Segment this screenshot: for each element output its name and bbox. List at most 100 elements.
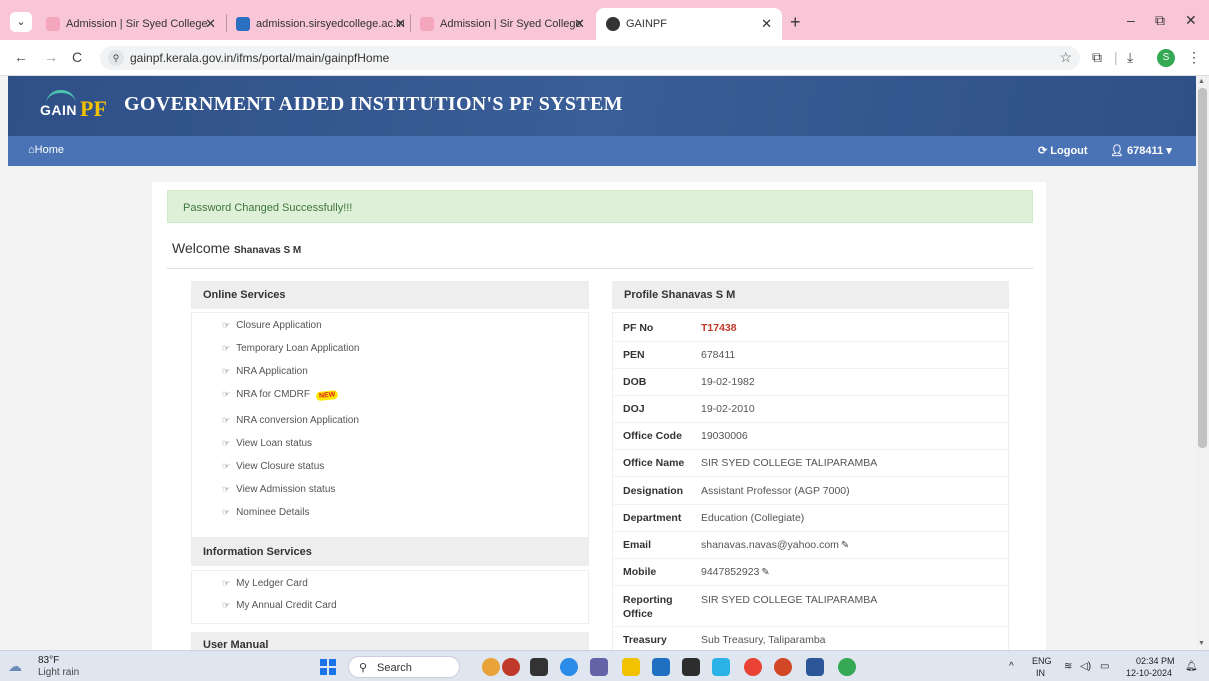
user-menu-dropdown[interactable]: 👤︎ 678411 ▾ <box>1110 144 1172 157</box>
taskbar-search-box[interactable]: ⚲ Search <box>348 656 460 678</box>
battery-icon[interactable]: ▭ <box>1100 661 1109 672</box>
tab-search-menu-button[interactable]: ⌄ <box>10 12 32 32</box>
nav-home-link[interactable]: ⌂Home <box>28 144 64 156</box>
service-link-temporary-loan[interactable]: ☞ Temporary Loan Application <box>222 343 360 354</box>
taskbar-app-widget-icon[interactable] <box>482 658 500 676</box>
search-icon: ⚲ <box>359 662 368 674</box>
info-link-ledger-card[interactable]: ☞ My Ledger Card <box>222 578 308 589</box>
profile-label-pen: PEN <box>623 349 645 361</box>
tab-close-icon[interactable]: ✕ <box>761 16 772 32</box>
profile-label-mobile: Mobile <box>623 566 657 578</box>
reload-icon[interactable]: C <box>72 49 82 65</box>
pointing-hand-icon: ☞ <box>222 461 231 471</box>
taskbar-app-icon[interactable] <box>712 658 730 676</box>
browser-tab[interactable]: Admission | Sir Syed College ✕ <box>36 8 226 40</box>
wifi-icon[interactable]: ≋ <box>1064 661 1072 672</box>
service-link-closure-status[interactable]: ☞ View Closure status <box>222 461 324 472</box>
taskbar-app-powerpoint-icon[interactable] <box>774 658 792 676</box>
service-link-closure[interactable]: ☞ Closure Application <box>222 320 322 331</box>
taskbar-app-word-icon[interactable] <box>806 658 824 676</box>
tab-close-icon[interactable]: ✕ <box>205 16 216 32</box>
service-link-nra-conversion[interactable]: ☞ NRA conversion Application <box>222 415 359 426</box>
divider <box>167 268 1033 269</box>
service-link-label: NRA Application <box>236 366 308 377</box>
extensions-icon[interactable]: ⧉ <box>1092 49 1102 66</box>
service-link-nra-cmdrf[interactable]: ☞ NRA for CMDRF NEW <box>222 389 339 402</box>
bookmark-star-icon[interactable]: ☆ <box>1059 49 1072 66</box>
tab-close-icon[interactable]: ✕ <box>395 16 406 32</box>
weather-cloud-icon[interactable]: ☁ <box>8 658 22 675</box>
close-window-button[interactable]: ✕ <box>1185 12 1197 29</box>
caret-down-icon: ▾ <box>1163 145 1172 157</box>
language-indicator[interactable]: ENG <box>1032 656 1052 666</box>
profile-value-pf-no: T17438 <box>701 322 737 334</box>
back-arrow-icon[interactable]: ← <box>14 49 28 65</box>
browser-tab-active[interactable]: GAINPF ✕ <box>596 8 782 40</box>
address-url[interactable]: gainpf.kerala.gov.in/ifms/portal/main/ga… <box>130 51 389 65</box>
taskbar-app-chrome-icon[interactable] <box>744 658 762 676</box>
downloads-icon[interactable]: ⤓ <box>1127 49 1133 66</box>
profile-value-office-code: 19030006 <box>701 430 748 442</box>
info-link-label: My Ledger Card <box>236 578 308 589</box>
browser-tab[interactable]: admission.sirsyedcollege.ac.in ✕ <box>226 8 416 40</box>
taskbar-app-copilot-icon[interactable] <box>560 658 578 676</box>
gainpf-logo: GAIN PF <box>40 90 110 126</box>
browser-tab[interactable]: Admission | Sir Syed College ✕ <box>410 8 595 40</box>
weather-description[interactable]: Light rain <box>38 667 79 678</box>
tab-title: GAINPF <box>626 18 667 30</box>
weather-temperature[interactable]: 83°F <box>38 655 59 666</box>
windows-taskbar: ☁ 83°F Light rain ⚲ Search ^ ENG IN ≋ ◁)… <box>0 650 1209 681</box>
new-tab-button[interactable]: + <box>790 12 801 33</box>
windows-start-icon[interactable] <box>320 659 336 675</box>
taskbar-app-widget-icon[interactable] <box>502 658 520 676</box>
forward-arrow-icon[interactable]: → <box>44 49 58 65</box>
info-link-annual-credit-card[interactable]: ☞ My Annual Credit Card <box>222 600 337 611</box>
user-icon: 👤︎ <box>1110 145 1128 157</box>
pointing-hand-icon: ☞ <box>222 366 231 376</box>
browser-tabstrip: ⌄ Admission | Sir Syed College ✕ admissi… <box>0 0 1209 40</box>
clock-date[interactable]: 12-10-2024 <box>1126 668 1172 678</box>
profile-label-treasury: Treasury <box>623 634 667 646</box>
minimize-button[interactable]: – <box>1127 12 1135 28</box>
taskbar-app-chrome-active-icon[interactable] <box>838 658 856 676</box>
taskbar-app-icon[interactable] <box>530 658 548 676</box>
edit-mobile-icon[interactable]: ✎ <box>761 567 769 578</box>
scroll-up-icon[interactable]: ▲ <box>1198 78 1205 85</box>
logout-icon: ⟳ <box>1038 145 1051 157</box>
welcome-heading: Welcome Shanavas S M <box>172 240 301 256</box>
logo-text: GAIN <box>40 102 77 118</box>
pointing-hand-icon: ☞ <box>222 438 231 448</box>
taskbar-app-teams-icon[interactable] <box>590 658 608 676</box>
language-region[interactable]: IN <box>1036 668 1045 678</box>
taskbar-app-icon[interactable] <box>682 658 700 676</box>
browser-menu-icon[interactable]: ⋮ <box>1187 49 1201 66</box>
service-link-admission-status[interactable]: ☞ View Admission status <box>222 484 335 495</box>
browser-toolbar: ← → C ⚲ gainpf.kerala.gov.in/ifms/portal… <box>0 40 1209 76</box>
profile-row-divider <box>612 368 1009 369</box>
address-bar[interactable]: ⚲ gainpf.kerala.gov.in/ifms/portal/main/… <box>100 46 1080 70</box>
service-link-nra[interactable]: ☞ NRA Application <box>222 366 308 377</box>
scroll-down-icon[interactable]: ▼ <box>1198 640 1205 647</box>
tab-close-icon[interactable]: ✕ <box>574 16 585 32</box>
taskbar-app-store-icon[interactable] <box>652 658 670 676</box>
profile-label-pf-no: PF No <box>623 322 654 334</box>
tab-title: Admission | Sir Syed College <box>440 18 582 30</box>
clock-time[interactable]: 02:34 PM <box>1136 656 1175 666</box>
profile-row-divider <box>612 395 1009 396</box>
service-link-loan-status[interactable]: ☞ View Loan status <box>222 438 312 449</box>
site-info-icon[interactable]: ⚲ <box>108 50 124 66</box>
pointing-hand-icon: ☞ <box>222 415 231 425</box>
tray-chevron-up-icon[interactable]: ^ <box>1009 661 1014 672</box>
info-link-label: My Annual Credit Card <box>236 600 337 611</box>
notification-bell-icon[interactable]: 🔔︎ <box>1185 661 1198 672</box>
profile-row-divider <box>612 476 1009 477</box>
restore-button[interactable]: ⧉ <box>1155 12 1165 29</box>
edit-email-icon[interactable]: ✎ <box>841 540 849 551</box>
taskbar-app-file-explorer-icon[interactable] <box>622 658 640 676</box>
volume-icon[interactable]: ◁) <box>1080 661 1091 672</box>
service-link-nominee[interactable]: ☞ Nominee Details <box>222 507 309 518</box>
page-scrollbar-thumb[interactable] <box>1198 88 1207 448</box>
tab-title: admission.sirsyedcollege.ac.in <box>256 18 405 30</box>
logout-link[interactable]: ⟳ Logout <box>1038 144 1088 157</box>
profile-avatar[interactable]: S <box>1157 49 1175 67</box>
